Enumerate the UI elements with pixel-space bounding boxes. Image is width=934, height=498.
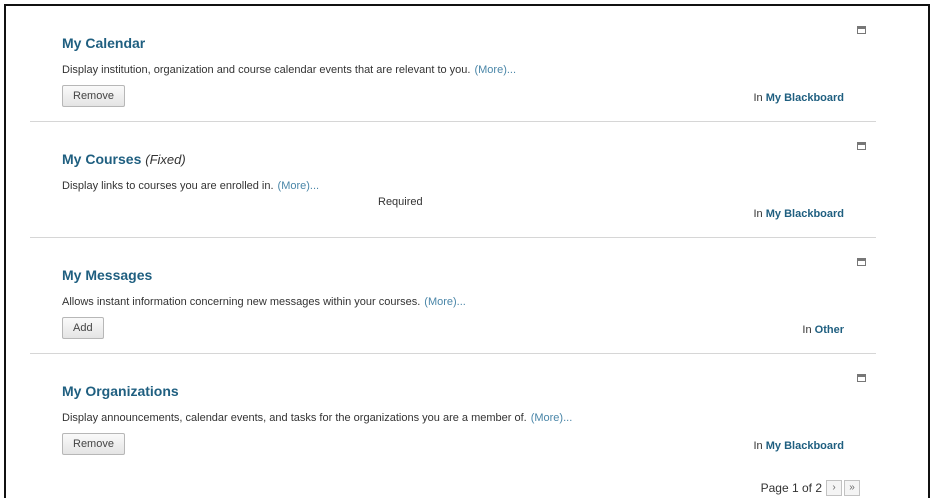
page-indicator: Page 1 of 2 bbox=[760, 481, 822, 495]
required-label: Required bbox=[378, 196, 423, 208]
window-icon[interactable] bbox=[857, 374, 866, 382]
module-title[interactable]: My Organizations bbox=[62, 383, 179, 399]
remove-button[interactable]: Remove bbox=[62, 433, 125, 455]
module-description: Display links to courses you are enrolle… bbox=[62, 180, 320, 192]
last-page-button[interactable]: » bbox=[844, 480, 860, 496]
more-link[interactable]: (More)... bbox=[424, 296, 466, 308]
add-button[interactable]: Add bbox=[62, 317, 104, 339]
next-page-button[interactable]: › bbox=[826, 480, 842, 496]
modules-panel: My Calendar Display institution, organiz… bbox=[4, 4, 930, 498]
module-description: Allows instant information concerning ne… bbox=[62, 296, 466, 308]
pagination: Page 1 of 2 › » bbox=[761, 480, 860, 496]
module-my-calendar: My Calendar Display institution, organiz… bbox=[30, 6, 876, 122]
module-location: In Other bbox=[802, 324, 844, 336]
window-icon[interactable] bbox=[857, 258, 866, 266]
location-link[interactable]: My Blackboard bbox=[766, 440, 844, 452]
module-title[interactable]: My Calendar bbox=[62, 35, 145, 51]
location-link[interactable]: Other bbox=[815, 324, 844, 336]
module-my-courses: My Courses (Fixed) Display links to cour… bbox=[30, 122, 876, 238]
module-list: My Calendar Display institution, organiz… bbox=[30, 6, 876, 470]
fixed-label: (Fixed) bbox=[145, 152, 186, 167]
module-location: In My Blackboard bbox=[753, 440, 845, 452]
module-location: In My Blackboard bbox=[753, 92, 845, 104]
location-link[interactable]: My Blackboard bbox=[766, 92, 844, 104]
window-icon[interactable] bbox=[857, 26, 866, 34]
module-title[interactable]: My Courses (Fixed) bbox=[62, 151, 186, 167]
module-title[interactable]: My Messages bbox=[62, 267, 152, 283]
module-description: Display announcements, calendar events, … bbox=[62, 412, 573, 424]
remove-button[interactable]: Remove bbox=[62, 85, 125, 107]
more-link[interactable]: (More)... bbox=[531, 412, 573, 424]
module-location: In My Blackboard bbox=[753, 208, 845, 220]
module-description: Display institution, organization and co… bbox=[62, 64, 517, 76]
module-my-messages: My Messages Allows instant information c… bbox=[30, 238, 876, 354]
window-icon[interactable] bbox=[857, 142, 866, 150]
location-link[interactable]: My Blackboard bbox=[766, 208, 844, 220]
module-my-organizations: My Organizations Display announcements, … bbox=[30, 354, 876, 470]
more-link[interactable]: (More)... bbox=[278, 180, 320, 192]
more-link[interactable]: (More)... bbox=[474, 64, 516, 76]
